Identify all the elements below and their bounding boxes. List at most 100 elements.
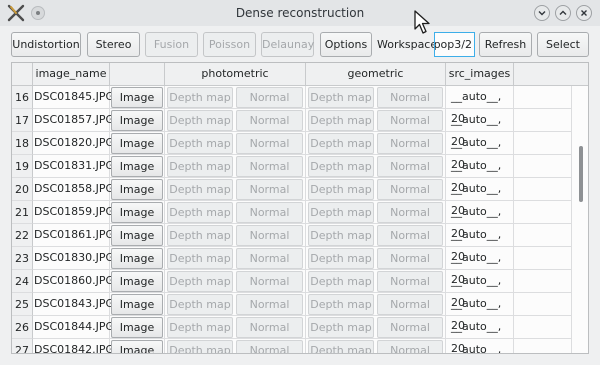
table-row[interactable]: 22DSC01861.JPGImageDepth mapNormal mapDe… [12, 224, 572, 263]
image-button[interactable]: Image [111, 110, 163, 131]
image-name-cell[interactable]: DSC01860.JPG [33, 270, 114, 293]
minimize-icon[interactable] [534, 5, 550, 21]
image-name-cell[interactable]: DSC01857.JPG [33, 109, 114, 132]
header-src-images[interactable]: src_images [446, 63, 514, 85]
photometric-normal-map-button[interactable]: Normal map [236, 225, 303, 261]
geometric-normal-map-button[interactable]: Normal map [377, 110, 443, 146]
row-number[interactable]: 26 [12, 316, 33, 339]
geometric-depth-map-button[interactable]: Depth map [308, 271, 374, 292]
src-images-cell[interactable]: __auto__, 20 [446, 86, 514, 125]
geometric-normal-map-button[interactable]: Normal map [377, 225, 443, 261]
photometric-depth-map-button[interactable]: Depth map [167, 340, 233, 353]
src-images-cell[interactable]: __auto__, 20 [446, 224, 514, 263]
image-name-cell[interactable]: DSC01830.JPG [33, 247, 114, 270]
table-row[interactable]: 25DSC01843.JPGImageDepth mapNormal mapDe… [12, 293, 572, 332]
geometric-depth-map-button[interactable]: Depth map [308, 225, 374, 246]
select-button[interactable]: Select [537, 32, 589, 57]
geometric-normal-map-button[interactable]: Normal map [377, 179, 443, 215]
photometric-depth-map-button[interactable]: Depth map [167, 248, 233, 269]
image-button[interactable]: Image [111, 271, 163, 292]
image-name-cell[interactable]: DSC01861.JPG [33, 224, 114, 247]
photometric-depth-map-button[interactable]: Depth map [167, 271, 233, 292]
photometric-normal-map-button[interactable]: Normal map [236, 202, 303, 238]
refresh-button[interactable]: Refresh [479, 32, 532, 57]
image-name-cell[interactable]: DSC01843.JPG [33, 293, 114, 316]
close-icon[interactable] [576, 5, 592, 21]
options-button[interactable]: Options [320, 32, 372, 57]
geometric-depth-map-button[interactable]: Depth map [308, 248, 374, 269]
photometric-depth-map-button[interactable]: Depth map [167, 110, 233, 131]
image-button[interactable]: Image [111, 202, 163, 223]
geometric-normal-map-button[interactable]: Normal map [377, 248, 443, 284]
geometric-depth-map-button[interactable]: Depth map [308, 87, 374, 108]
row-number[interactable]: 18 [12, 132, 33, 155]
workspace-input[interactable]: 2/pop3 [434, 32, 475, 57]
geometric-depth-map-button[interactable]: Depth map [308, 340, 374, 353]
image-button[interactable]: Image [111, 248, 163, 269]
photometric-normal-map-button[interactable]: Normal map [236, 294, 303, 330]
image-button[interactable]: Image [111, 133, 163, 154]
photometric-depth-map-button[interactable]: Depth map [167, 87, 233, 108]
undistortion-button[interactable]: Undistortion [11, 32, 81, 57]
header-image-name[interactable]: image_name [33, 63, 110, 85]
photometric-depth-map-button[interactable]: Depth map [167, 294, 233, 315]
image-name-cell[interactable]: DSC01831.JPG [33, 155, 114, 178]
photometric-normal-map-button[interactable]: Normal map [236, 133, 303, 169]
row-number[interactable]: 27 [12, 339, 33, 353]
photometric-normal-map-button[interactable]: Normal map [236, 340, 303, 353]
photometric-normal-map-button[interactable]: Normal map [236, 87, 303, 123]
row-number[interactable]: 22 [12, 224, 33, 247]
photometric-depth-map-button[interactable]: Depth map [167, 225, 233, 246]
row-number[interactable]: 16 [12, 86, 33, 109]
photometric-depth-map-button[interactable]: Depth map [167, 156, 233, 177]
geometric-normal-map-button[interactable]: Normal map [377, 340, 443, 353]
table-row[interactable]: 16DSC01845.JPGImageDepth mapNormal mapDe… [12, 86, 572, 125]
table-row[interactable]: 17DSC01857.JPGImageDepth mapNormal mapDe… [12, 109, 572, 148]
geometric-normal-map-button[interactable]: Normal map [377, 271, 443, 307]
image-button[interactable]: Image [111, 156, 163, 177]
photometric-depth-map-button[interactable]: Depth map [167, 317, 233, 338]
geometric-normal-map-button[interactable]: Normal map [377, 202, 443, 238]
geometric-depth-map-button[interactable]: Depth map [308, 133, 374, 154]
table-row[interactable]: 18DSC01820.JPGImageDepth mapNormal mapDe… [12, 132, 572, 171]
header-image[interactable] [110, 63, 165, 85]
table-row[interactable]: 24DSC01860.JPGImageDepth mapNormal mapDe… [12, 270, 572, 309]
table-row[interactable]: 19DSC01831.JPGImageDepth mapNormal mapDe… [12, 155, 572, 194]
scrollbar-thumb[interactable] [579, 146, 583, 202]
table-row[interactable]: 20DSC01858.JPGImageDepth mapNormal mapDe… [12, 178, 572, 217]
photometric-normal-map-button[interactable]: Normal map [236, 110, 303, 146]
row-number[interactable]: 17 [12, 109, 33, 132]
header-photometric[interactable]: photometric [165, 63, 306, 85]
src-images-cell[interactable]: __auto__, 20 [446, 109, 514, 148]
photometric-normal-map-button[interactable]: Normal map [236, 248, 303, 284]
photometric-depth-map-button[interactable]: Depth map [167, 202, 233, 223]
image-name-cell[interactable]: DSC01845.JPG [33, 86, 114, 109]
image-name-cell[interactable]: DSC01859.JPG [33, 201, 114, 224]
row-number[interactable]: 24 [12, 270, 33, 293]
src-images-cell[interactable]: __auto__, 20 [446, 270, 514, 309]
geometric-depth-map-button[interactable]: Depth map [308, 110, 374, 131]
geometric-normal-map-button[interactable]: Normal map [377, 317, 443, 353]
geometric-depth-map-button[interactable]: Depth map [308, 156, 374, 177]
image-name-cell[interactable]: DSC01842.JPG [33, 339, 114, 353]
row-number[interactable]: 25 [12, 293, 33, 316]
row-number[interactable]: 20 [12, 178, 33, 201]
image-name-cell[interactable]: DSC01820.JPG [33, 132, 114, 155]
geometric-depth-map-button[interactable]: Depth map [308, 202, 374, 223]
geometric-depth-map-button[interactable]: Depth map [308, 317, 374, 338]
src-images-cell[interactable]: __auto__, 20 [446, 339, 514, 353]
table-row[interactable]: 21DSC01859.JPGImageDepth mapNormal mapDe… [12, 201, 572, 240]
header-geometric[interactable]: geometric [306, 63, 446, 85]
geometric-normal-map-button[interactable]: Normal map [377, 133, 443, 169]
geometric-depth-map-button[interactable]: Depth map [308, 179, 374, 200]
row-number[interactable]: 21 [12, 201, 33, 224]
image-button[interactable]: Image [111, 179, 163, 200]
poisson-button[interactable]: Poisson [203, 32, 256, 57]
photometric-depth-map-button[interactable]: Depth map [167, 179, 233, 200]
geometric-normal-map-button[interactable]: Normal map [377, 156, 443, 192]
photometric-normal-map-button[interactable]: Normal map [236, 271, 303, 307]
delaunay-button[interactable]: Delaunay [261, 32, 314, 57]
table-row[interactable]: 27DSC01842.JPGImageDepth mapNormal mapDe… [12, 339, 572, 353]
geometric-depth-map-button[interactable]: Depth map [308, 294, 374, 315]
src-images-cell[interactable]: __auto__, 20 [446, 293, 514, 332]
